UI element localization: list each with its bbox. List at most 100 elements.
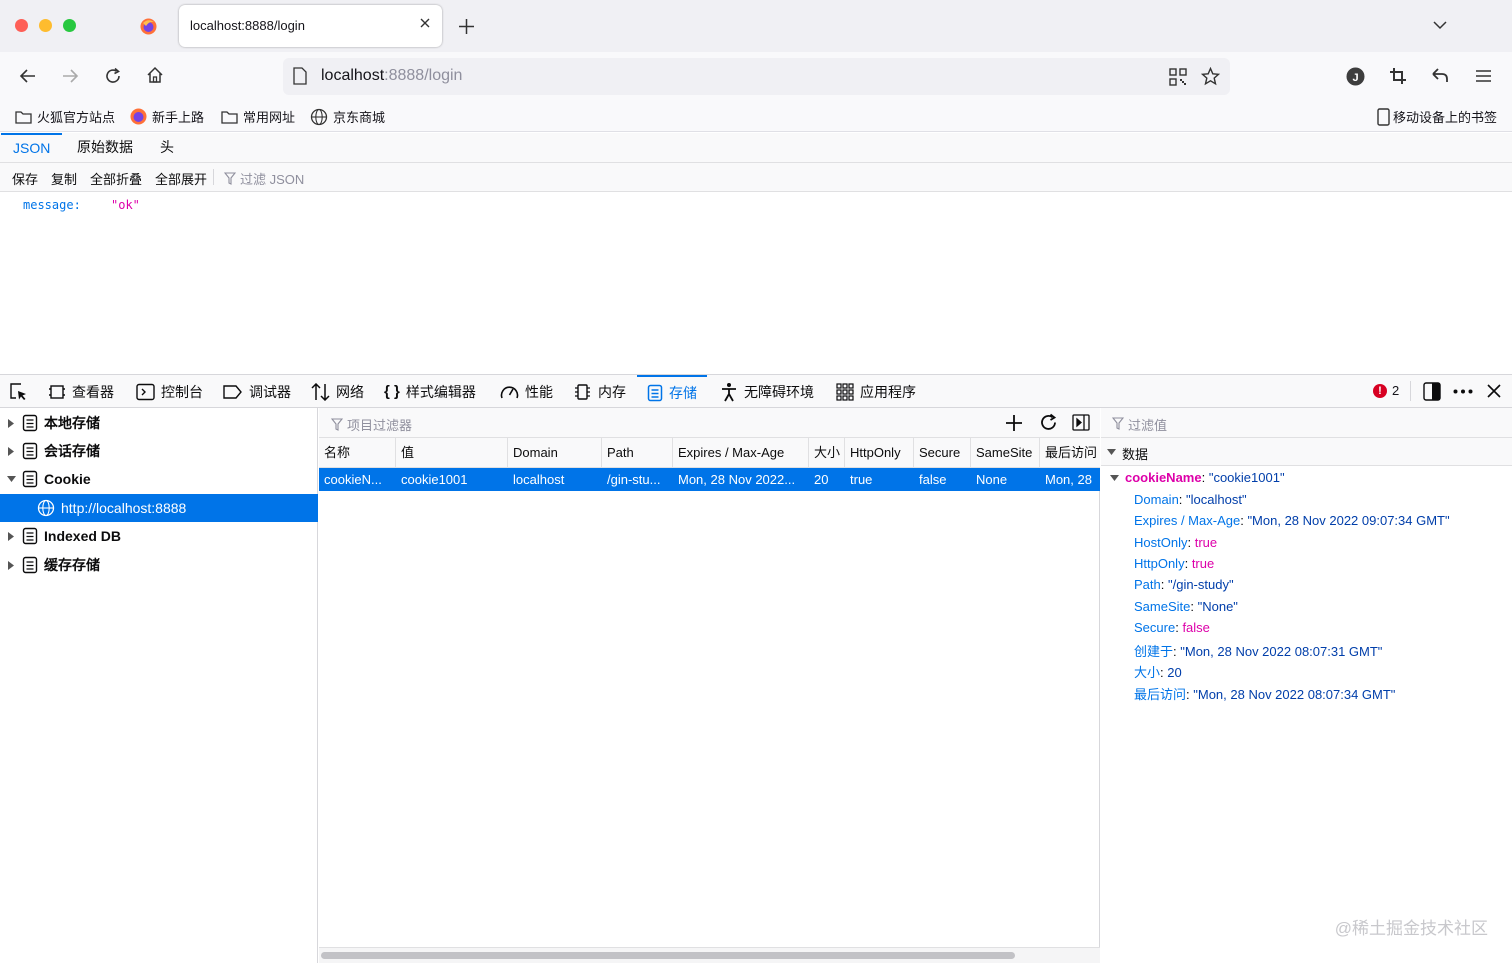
expand-arrow-icon[interactable]	[0, 418, 22, 428]
bookmark-item[interactable]: 常用网址	[221, 107, 295, 126]
tab-application[interactable]: 应用程序	[836, 375, 916, 408]
expand-arrow-icon[interactable]	[0, 446, 22, 456]
expand-arrow-icon[interactable]	[0, 560, 22, 570]
refresh-items-icon[interactable]	[1039, 413, 1058, 432]
cell-samesite[interactable]: None	[971, 468, 1040, 491]
cell-name[interactable]: cookieN...	[319, 468, 396, 491]
mobile-bookmarks-item[interactable]: 移动设备上的书签	[1377, 107, 1497, 126]
more-options-icon[interactable]	[1453, 389, 1473, 394]
toggle-sidebar-icon[interactable]	[1072, 414, 1090, 431]
column-header-httponly[interactable]: HttpOnly	[845, 438, 914, 468]
menu-icon[interactable]	[1475, 68, 1492, 84]
cell-expires[interactable]: Mon, 28 Nov 2022...	[673, 468, 809, 491]
tab-headers[interactable]: 头	[148, 133, 186, 163]
tab-storage[interactable]: 存储	[637, 375, 707, 408]
detail-header[interactable]: 数据	[1101, 438, 1512, 466]
new-tab-icon[interactable]	[458, 18, 475, 35]
element-picker-icon[interactable]	[9, 375, 28, 408]
items-filter-input[interactable]: 项目过滤器	[331, 415, 412, 434]
back-icon[interactable]	[19, 67, 37, 85]
table-row[interactable]: cookieN... cookie1001 localhost /gin-stu…	[319, 468, 1100, 491]
list-all-tabs-icon[interactable]	[1432, 19, 1448, 31]
tab-active[interactable]: localhost:8888/login	[179, 5, 442, 47]
column-header-size[interactable]: 大小	[809, 438, 845, 468]
screenshot-icon[interactable]	[1389, 67, 1407, 85]
tree-item-cookie[interactable]: Cookie	[0, 465, 318, 493]
detail-property-row[interactable]: HostOnly: true	[1134, 535, 1217, 550]
tab-inspector[interactable]: 查看器	[48, 375, 114, 408]
firefox-icon[interactable]	[140, 18, 157, 35]
detail-property-row[interactable]: SameSite: "None"	[1134, 599, 1238, 614]
toolbar-divider	[213, 169, 214, 185]
copy-button[interactable]: 复制	[51, 169, 77, 188]
dock-side-icon[interactable]	[1423, 382, 1441, 401]
tab-performance[interactable]: 性能	[500, 375, 553, 408]
cell-domain[interactable]: localhost	[508, 468, 602, 491]
tree-item-local-storage[interactable]: 本地存储	[0, 409, 318, 437]
detail-property-row[interactable]: Secure: false	[1134, 620, 1210, 635]
error-count-badge[interactable]: ! 2	[1373, 383, 1399, 398]
tab-style-editor[interactable]: { } 样式编辑器	[384, 375, 476, 408]
cell-size[interactable]: 20	[809, 468, 845, 491]
home-icon[interactable]	[146, 66, 164, 84]
tab-accessibility[interactable]: 无障碍环境	[720, 375, 814, 408]
close-window-button[interactable]	[15, 19, 28, 32]
tree-item-cache-storage[interactable]: 缓存存储	[0, 551, 318, 579]
detail-root-row[interactable]: cookieName: "cookie1001"	[1110, 470, 1285, 485]
url-bar[interactable]: localhost:8888/login	[283, 58, 1230, 95]
cell-value[interactable]: cookie1001	[396, 468, 508, 491]
zoom-window-button[interactable]	[63, 19, 76, 32]
add-item-icon[interactable]	[1005, 414, 1023, 432]
undo-close-tab-icon[interactable]	[1431, 67, 1449, 85]
column-header-expires[interactable]: Expires / Max-Age	[673, 438, 809, 468]
reload-icon[interactable]	[104, 67, 122, 85]
detail-property-row[interactable]: Path: "/gin-study"	[1134, 577, 1234, 592]
tab-memory[interactable]: 内存	[573, 375, 626, 408]
bookmark-star-icon[interactable]	[1201, 67, 1220, 86]
save-button[interactable]: 保存	[12, 169, 38, 188]
detail-property-row[interactable]: Domain: "localhost"	[1134, 492, 1247, 507]
minimize-window-button[interactable]	[39, 19, 52, 32]
tab-console[interactable]: 控制台	[136, 375, 203, 408]
scrollbar-thumb[interactable]	[321, 952, 1015, 959]
detail-property-row[interactable]: 创建于: "Mon, 28 Nov 2022 08:07:31 GMT"	[1134, 641, 1382, 660]
close-tab-icon[interactable]	[418, 16, 432, 30]
tab-network[interactable]: 网络	[311, 375, 364, 408]
expand-arrow-icon[interactable]	[0, 531, 22, 541]
cell-last-accessed[interactable]: Mon, 28	[1040, 468, 1100, 491]
bookmark-item[interactable]: 京东商城	[310, 107, 385, 126]
horizontal-scrollbar[interactable]	[319, 947, 1100, 963]
column-header-samesite[interactable]: SameSite	[971, 438, 1040, 468]
column-header-last-accessed[interactable]: 最后访问	[1040, 438, 1100, 468]
collapse-all-button[interactable]: 全部折叠	[90, 169, 142, 188]
cell-path[interactable]: /gin-stu...	[602, 468, 673, 491]
json-filter-input[interactable]: 过滤 JSON	[224, 169, 304, 188]
column-header-path[interactable]: Path	[602, 438, 673, 468]
tab-json[interactable]: JSON	[1, 133, 63, 163]
property-value: true	[1194, 534, 1218, 550]
column-header-domain[interactable]: Domain	[508, 438, 602, 468]
cell-secure[interactable]: false	[914, 468, 971, 491]
tab-raw-data[interactable]: 原始数据	[65, 133, 145, 163]
close-devtools-icon[interactable]	[1487, 384, 1501, 398]
tree-item-indexed-db[interactable]: Indexed DB	[0, 522, 318, 550]
forward-icon[interactable]	[61, 67, 79, 85]
bookmark-item[interactable]: 新手上路	[130, 107, 204, 126]
collapse-arrow-icon[interactable]	[0, 476, 22, 482]
detail-property-row[interactable]: 最后访问: "Mon, 28 Nov 2022 08:07:34 GMT"	[1134, 684, 1395, 703]
detail-property-row[interactable]: HttpOnly: true	[1134, 556, 1214, 571]
column-header-secure[interactable]: Secure	[914, 438, 971, 468]
detail-filter-input[interactable]: 过滤值	[1101, 408, 1512, 438]
tree-item-cookie-host[interactable]: http://localhost:8888	[0, 494, 318, 522]
bookmark-item[interactable]: 火狐官方站点	[15, 107, 115, 126]
qr-code-icon[interactable]	[1169, 68, 1187, 86]
detail-property-row[interactable]: 大小: 20	[1134, 662, 1182, 681]
cell-httponly[interactable]: true	[845, 468, 914, 491]
tree-item-session-storage[interactable]: 会话存储	[0, 437, 318, 465]
expand-all-button[interactable]: 全部展开	[155, 169, 207, 188]
account-avatar[interactable]: J	[1346, 67, 1365, 86]
detail-property-row[interactable]: Expires / Max-Age: "Mon, 28 Nov 2022 09:…	[1134, 513, 1450, 528]
column-header-value[interactable]: 值	[396, 438, 508, 468]
column-header-name[interactable]: 名称	[319, 438, 396, 468]
tab-debugger[interactable]: 调试器	[223, 375, 291, 408]
